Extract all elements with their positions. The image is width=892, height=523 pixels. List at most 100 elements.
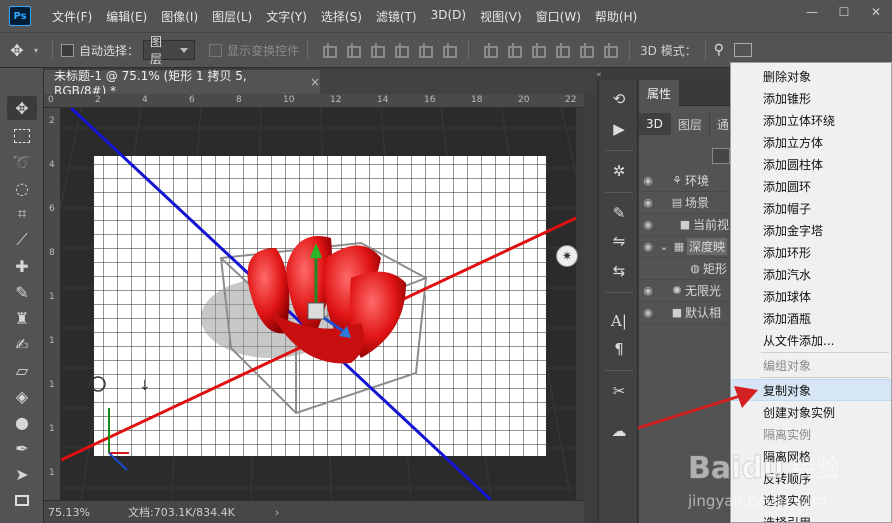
pen-tool-icon[interactable]: ✒ [7, 436, 37, 460]
scene-row-default-camera[interactable]: ◉ ■ 默认相 [639, 302, 739, 324]
adjustments-icon[interactable]: ⇋ [605, 228, 633, 254]
context-menu-item[interactable]: 添加金字塔 [731, 219, 891, 241]
workspace-icon[interactable] [734, 43, 753, 57]
context-menu-item[interactable]: 从文件添加... [731, 329, 891, 351]
brush-tool-icon[interactable]: ✎ [7, 280, 37, 304]
creative-cloud-icon[interactable]: ☁ [605, 418, 633, 444]
context-menu-item[interactable]: 添加立体环绕 [731, 109, 891, 131]
distribute-vcenter-icon[interactable] [506, 43, 523, 58]
context-menu-item[interactable]: 添加球体 [731, 285, 891, 307]
tab-3d[interactable]: 3D [639, 113, 671, 135]
vertical-scrollbar[interactable] [584, 94, 596, 523]
menu-item[interactable]: 3D(D) [424, 8, 473, 25]
menu-item[interactable]: 编辑(E) [99, 8, 154, 25]
rectangle-tool-icon[interactable] [7, 488, 37, 512]
context-menu-item[interactable]: 添加圆环 [731, 175, 891, 197]
context-menu-item[interactable]: 添加圆柱体 [731, 153, 891, 175]
zoom-level[interactable]: 75.13% [48, 506, 118, 519]
align-right-icon[interactable] [441, 43, 458, 58]
scene-row-scene[interactable]: ◉ ▤ 场景 [639, 192, 739, 214]
actions-panel-icon[interactable]: ▶ [605, 116, 633, 142]
context-menu-item[interactable]: 删除对象 [731, 65, 891, 87]
auto-select-checkbox[interactable] [61, 43, 75, 57]
tab-layers[interactable]: 图层 [671, 113, 710, 135]
character-panel-icon[interactable]: A| [605, 308, 633, 334]
visibility-eye-icon[interactable]: ◉ [639, 306, 657, 319]
document-tab[interactable]: 未标题-1 @ 75.1% (矩形 1 拷贝 5, RGB/8#) * × [44, 69, 320, 98]
path-select-tool-icon[interactable]: ➤ [7, 462, 37, 486]
paint-bucket-tool-icon[interactable]: ◈ [7, 384, 37, 408]
visibility-eye-icon[interactable]: ◉ [639, 218, 657, 231]
distribute-top-icon[interactable] [482, 43, 499, 58]
context-menu-item[interactable]: 添加锥形 [731, 87, 891, 109]
close-window-button[interactable]: ✕ [860, 0, 892, 24]
menu-item[interactable]: 视图(V) [473, 8, 529, 25]
distribute-hcenter-icon[interactable] [578, 43, 595, 58]
align-left-icon[interactable] [393, 43, 410, 58]
context-menu-item[interactable]: 添加汽水 [731, 263, 891, 285]
3d-panel-icon[interactable]: ✲ [605, 158, 633, 184]
scene-row-depth-map[interactable]: ◉ ⌄ ▦ 深度映 [639, 236, 739, 258]
history-panel-icon[interactable]: ⟲ [605, 86, 633, 112]
expand-chevron-icon[interactable]: ⌄ [657, 240, 671, 253]
menu-item[interactable]: 滤镜(T) [369, 8, 424, 25]
visibility-eye-icon[interactable]: ◉ [639, 196, 657, 209]
brush-settings-icon[interactable]: ✎ [605, 200, 633, 226]
menu-item[interactable]: 图层(L) [205, 8, 259, 25]
stamp-tool-icon[interactable]: ♜ [7, 306, 37, 330]
filter-icon[interactable] [712, 148, 730, 164]
history-brush-tool-icon[interactable]: ✍ [7, 332, 37, 356]
auto-select-dropdown[interactable]: 图层 [143, 35, 196, 66]
lasso-tool-icon[interactable]: ➰ [7, 150, 37, 174]
distribute-left-icon[interactable] [554, 43, 571, 58]
visibility-eye-icon[interactable]: ◉ [639, 284, 657, 297]
tools-settings-icon[interactable]: ✂ [605, 378, 633, 404]
dodge-tool-icon[interactable]: ● [7, 410, 37, 434]
context-menu-item[interactable]: 添加酒瓶 [731, 307, 891, 329]
light-widget-icon[interactable]: ✷ [556, 245, 578, 267]
align-hcenter-icon[interactable] [417, 43, 434, 58]
align-vcenter-icon[interactable] [345, 43, 362, 58]
menu-item[interactable]: 帮助(H) [588, 8, 644, 25]
crop-tool-icon[interactable]: ⌗ [7, 202, 37, 226]
show-transform-checkbox[interactable] [209, 43, 223, 57]
scene-row-infinite-light[interactable]: ◉ ✺ 无限光 [639, 280, 739, 302]
move-tool-icon[interactable]: ✥ [0, 41, 34, 60]
paragraph-panel-icon[interactable]: ¶ [605, 336, 633, 362]
context-menu-item[interactable]: 添加帽子 [731, 197, 891, 219]
healing-brush-tool-icon[interactable]: ✚ [7, 254, 37, 278]
move-tool-icon[interactable]: ✥ [7, 96, 37, 120]
quick-select-tool-icon[interactable]: ◌ [7, 176, 37, 200]
search-icon[interactable]: ⚲ [714, 42, 724, 58]
scene-row-rectangle[interactable]: ◍ 矩形 [639, 258, 739, 280]
close-tab-icon[interactable]: × [310, 75, 320, 89]
eyedropper-tool-icon[interactable]: ⟋ [7, 228, 37, 252]
distribute-right-icon[interactable] [602, 43, 619, 58]
menu-item[interactable]: 文字(Y) [259, 8, 314, 25]
menu-item[interactable]: 图像(I) [154, 8, 205, 25]
properties-tab[interactable]: 属性 [639, 80, 679, 106]
visibility-eye-icon[interactable]: ◉ [639, 174, 657, 187]
visibility-eye-icon[interactable]: ◉ [639, 240, 657, 253]
align-bottom-icon[interactable] [369, 43, 386, 58]
menu-item[interactable]: 文件(F) [45, 8, 99, 25]
canvas-area[interactable]: ↓ [61, 108, 576, 500]
clone-source-icon[interactable]: ⇆ [605, 258, 633, 284]
3d-scene-canvas[interactable]: ↓ [61, 108, 576, 500]
minimize-button[interactable]: — [796, 0, 828, 24]
light-direction-icon[interactable]: ↓ [139, 378, 151, 394]
align-top-icon[interactable] [321, 43, 338, 58]
tool-preset-chevron-icon[interactable]: ▾ [34, 46, 38, 55]
scene-row-environment[interactable]: ◉ ⚘ 环境 [639, 170, 739, 192]
distribute-bottom-icon[interactable] [530, 43, 547, 58]
marquee-tool-icon[interactable] [7, 124, 37, 148]
menu-item[interactable]: 选择(S) [314, 8, 369, 25]
maximize-button[interactable]: ☐ [828, 0, 860, 24]
menu-item[interactable]: 窗口(W) [529, 8, 588, 25]
scene-row-current-view[interactable]: ◉ ■ 当前视 [639, 214, 739, 236]
status-menu-chevron-icon[interactable]: › [275, 506, 279, 519]
context-menu-item[interactable]: 添加立方体 [731, 131, 891, 153]
panel-collapse-icon[interactable]: « [596, 70, 602, 80]
context-menu-item[interactable]: 添加环形 [731, 241, 891, 263]
eraser-tool-icon[interactable]: ▱ [7, 358, 37, 382]
